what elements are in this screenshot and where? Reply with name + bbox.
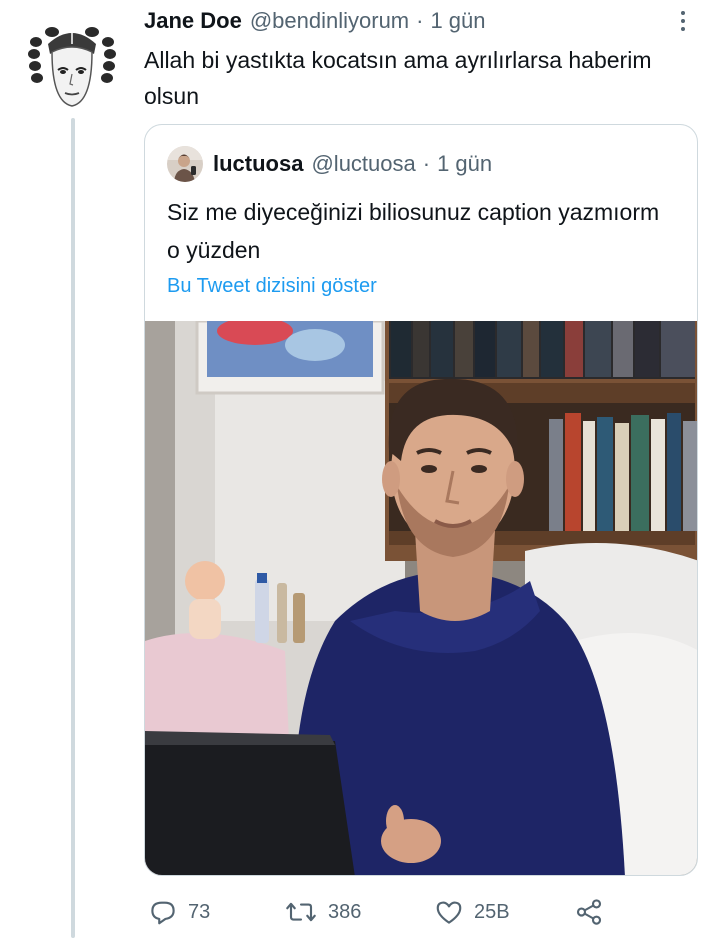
quote-author-name[interactable]: luctuosa (213, 151, 303, 177)
author-avatar[interactable] (22, 14, 122, 114)
quote-text: Siz me diyeceğinizi biliosunuz caption y… (167, 199, 660, 263)
tweet-actions: 73 386 25B (144, 894, 624, 930)
like-count: 25B (474, 900, 510, 923)
heart-icon (436, 901, 462, 924)
quote-timestamp[interactable]: 1 gün (437, 151, 492, 177)
retweet-count: 386 (328, 900, 362, 923)
reply-icon (151, 901, 175, 925)
quote-author-avatar[interactable] (167, 146, 203, 182)
more-dots-icon (681, 27, 685, 31)
retweet-button[interactable]: 386 (284, 894, 361, 930)
share-icon (576, 899, 602, 925)
quote-header: luctuosa @luctuosa · 1 gün (213, 149, 492, 179)
more-options-button[interactable] (668, 6, 698, 36)
quote-media-video[interactable] (145, 321, 697, 875)
reply-button[interactable]: 73 (148, 894, 210, 930)
tweet-header: Jane Doe @bendinliyorum · 1 gün (144, 6, 486, 36)
retweet-icon (286, 902, 316, 922)
author-name[interactable]: Jane Doe (144, 8, 242, 34)
author-handle[interactable]: @bendinliyorum (250, 8, 409, 34)
show-thread-link[interactable]: Bu Tweet dizisini göster (167, 275, 377, 298)
more-dots-icon (681, 11, 685, 15)
quote-header-separator: · (422, 151, 431, 176)
more-dots-icon (681, 19, 685, 23)
quote-avatar-photo (167, 146, 203, 182)
quote-author-handle[interactable]: @luctuosa (311, 151, 415, 177)
tweet: Jane Doe @bendinliyorum · 1 gün Allah bi… (0, 0, 720, 938)
tweet-text: Allah bi yastıkta kocatsın ama ayrılırla… (144, 47, 652, 109)
reply-count: 73 (188, 900, 211, 923)
avatar-illustration (22, 14, 122, 114)
video-frame (145, 321, 697, 875)
quoted-tweet[interactable]: luctuosa @luctuosa · 1 gün Siz me diyece… (144, 124, 698, 876)
share-button[interactable] (574, 894, 604, 930)
like-button[interactable]: 25B (434, 894, 510, 930)
tweet-timestamp[interactable]: 1 gün (430, 8, 485, 34)
header-separator: · (416, 8, 424, 33)
thread-line (71, 118, 75, 938)
